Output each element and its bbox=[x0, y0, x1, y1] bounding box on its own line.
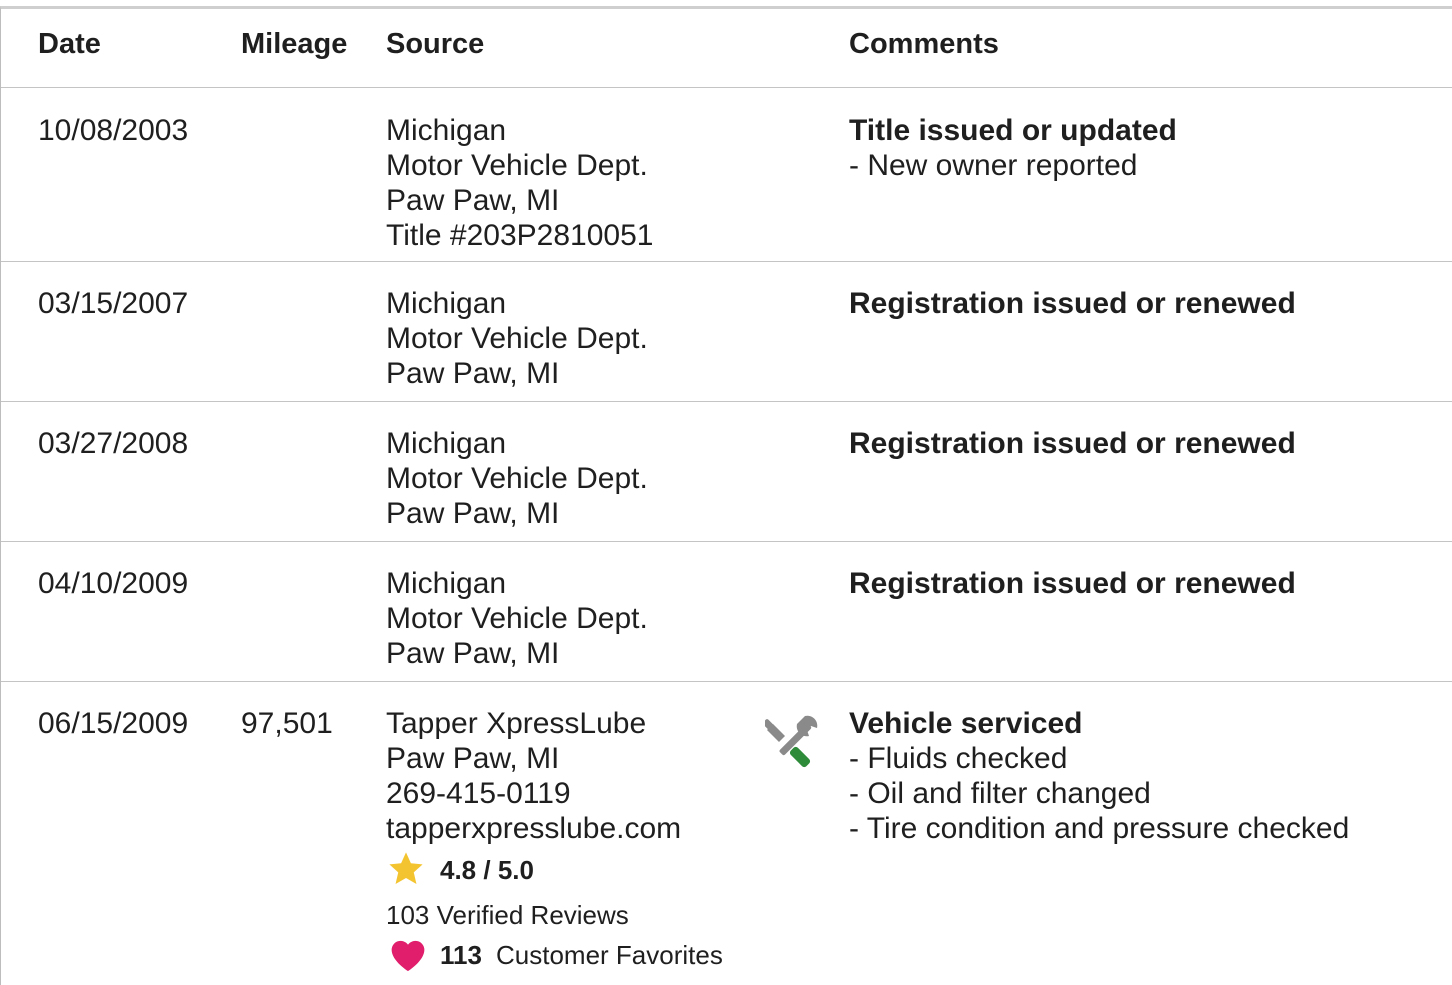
source-line[interactable]: tapperxpresslube.com bbox=[386, 811, 681, 846]
row-source: Michigan Motor Vehicle Dept. Paw Paw, MI… bbox=[386, 113, 653, 253]
row-mileage: 97,501 bbox=[241, 707, 333, 740]
source-line: Paw Paw, MI bbox=[386, 637, 560, 670]
table-row: 10/08/2003 Michigan Motor Vehicle Dept. … bbox=[1, 88, 1452, 262]
source-line: Michigan bbox=[386, 287, 507, 320]
row-source: Michigan Motor Vehicle Dept. Paw Paw, MI bbox=[386, 426, 648, 531]
rating-value: 4.8 / 5.0 bbox=[440, 855, 534, 885]
source-line: Motor Vehicle Dept. bbox=[386, 602, 648, 635]
favorites-label: Customer Favorites bbox=[496, 940, 723, 970]
source-line: Paw Paw, MI bbox=[386, 184, 560, 217]
table-row: 03/15/2007 Michigan Motor Vehicle Dept. … bbox=[1, 262, 1452, 402]
row-comments: Registration issued or renewed bbox=[849, 286, 1296, 321]
heart-icon bbox=[391, 940, 425, 972]
row-date: 04/10/2009 bbox=[38, 567, 189, 600]
row-comments: Registration issued or renewed bbox=[849, 426, 1296, 461]
source-line: Michigan bbox=[386, 427, 507, 460]
row-source: Michigan Motor Vehicle Dept. Paw Paw, MI bbox=[386, 286, 648, 391]
header-mileage: Mileage bbox=[241, 28, 348, 60]
row-date: 03/27/2008 bbox=[38, 427, 189, 460]
source-line: Paw Paw, MI bbox=[386, 742, 560, 775]
source-line: Paw Paw, MI bbox=[386, 357, 560, 390]
source-line: Motor Vehicle Dept. bbox=[386, 462, 648, 495]
source-line: Michigan bbox=[386, 114, 507, 147]
table-header: Date Mileage Source Comments bbox=[1, 9, 1452, 88]
table-row: 04/10/2009 Michigan Motor Vehicle Dept. … bbox=[1, 542, 1452, 682]
comment-title: Registration issued or renewed bbox=[849, 427, 1296, 460]
table-row: 06/15/2009 97,501 Tapper XpressLube Paw … bbox=[1, 682, 1452, 982]
comment-item: - New owner reported bbox=[849, 149, 1138, 182]
row-comments: Title issued or updated - New owner repo… bbox=[849, 113, 1177, 183]
comment-item: - Oil and filter changed bbox=[849, 777, 1151, 810]
star-icon bbox=[389, 852, 423, 885]
favorites-count: 113 bbox=[440, 940, 482, 970]
row-source: Tapper XpressLube Paw Paw, MI 269-415-01… bbox=[386, 706, 681, 846]
comment-item: - Tire condition and pressure checked bbox=[849, 812, 1350, 845]
header-date: Date bbox=[38, 28, 101, 60]
source-line: Title #203P2810051 bbox=[386, 219, 654, 252]
row-date: 03/15/2007 bbox=[38, 287, 189, 320]
source-line: Michigan bbox=[386, 567, 507, 600]
header-comments: Comments bbox=[849, 28, 999, 60]
history-table: Date Mileage Source Comments 10/08/2003 … bbox=[0, 6, 1452, 985]
comment-title: Vehicle serviced bbox=[849, 707, 1083, 740]
row-comments: Registration issued or renewed bbox=[849, 566, 1296, 601]
comment-title: Registration issued or renewed bbox=[849, 287, 1296, 320]
table-row: 03/27/2008 Michigan Motor Vehicle Dept. … bbox=[1, 402, 1452, 542]
comment-title: Registration issued or renewed bbox=[849, 567, 1296, 600]
comment-item: - Fluids checked bbox=[849, 742, 1068, 775]
source-line: Tapper XpressLube bbox=[386, 707, 647, 740]
source-line: 269-415-0119 bbox=[386, 777, 571, 810]
source-line: Motor Vehicle Dept. bbox=[386, 322, 648, 355]
reviews-count[interactable]: 103 Verified Reviews bbox=[386, 900, 629, 930]
row-source: Michigan Motor Vehicle Dept. Paw Paw, MI bbox=[386, 566, 648, 671]
row-date: 10/08/2003 bbox=[38, 114, 189, 147]
comment-title: Title issued or updated bbox=[849, 114, 1177, 147]
source-line: Motor Vehicle Dept. bbox=[386, 149, 648, 182]
row-date: 06/15/2009 bbox=[38, 707, 189, 740]
wrench-screwdriver-icon bbox=[765, 715, 818, 768]
row-comments: Vehicle serviced - Fluids checked - Oil … bbox=[849, 706, 1349, 846]
header-source: Source bbox=[386, 28, 485, 60]
source-line: Paw Paw, MI bbox=[386, 497, 560, 530]
